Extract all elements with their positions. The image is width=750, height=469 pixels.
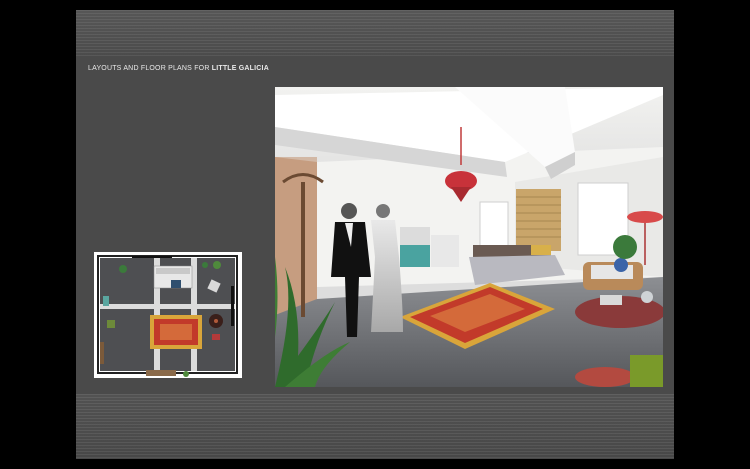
floor-plan-image	[94, 252, 242, 378]
room-render-image	[275, 87, 663, 387]
slide-title-bold: LITTLE GALICIA	[211, 65, 269, 72]
floor-plan-drawing	[94, 252, 242, 378]
footer-band	[76, 394, 674, 459]
slide-title-prefix: LAYOUTS AND FLOOR PLANS FOR	[88, 65, 212, 72]
header-band	[76, 10, 674, 56]
room-render-drawing	[275, 87, 663, 387]
slide-title: LAYOUTS AND FLOOR PLANS FOR LITTLE GALIC…	[88, 65, 269, 72]
presentation-slide: LAYOUTS AND FLOOR PLANS FOR LITTLE GALIC…	[76, 10, 674, 459]
